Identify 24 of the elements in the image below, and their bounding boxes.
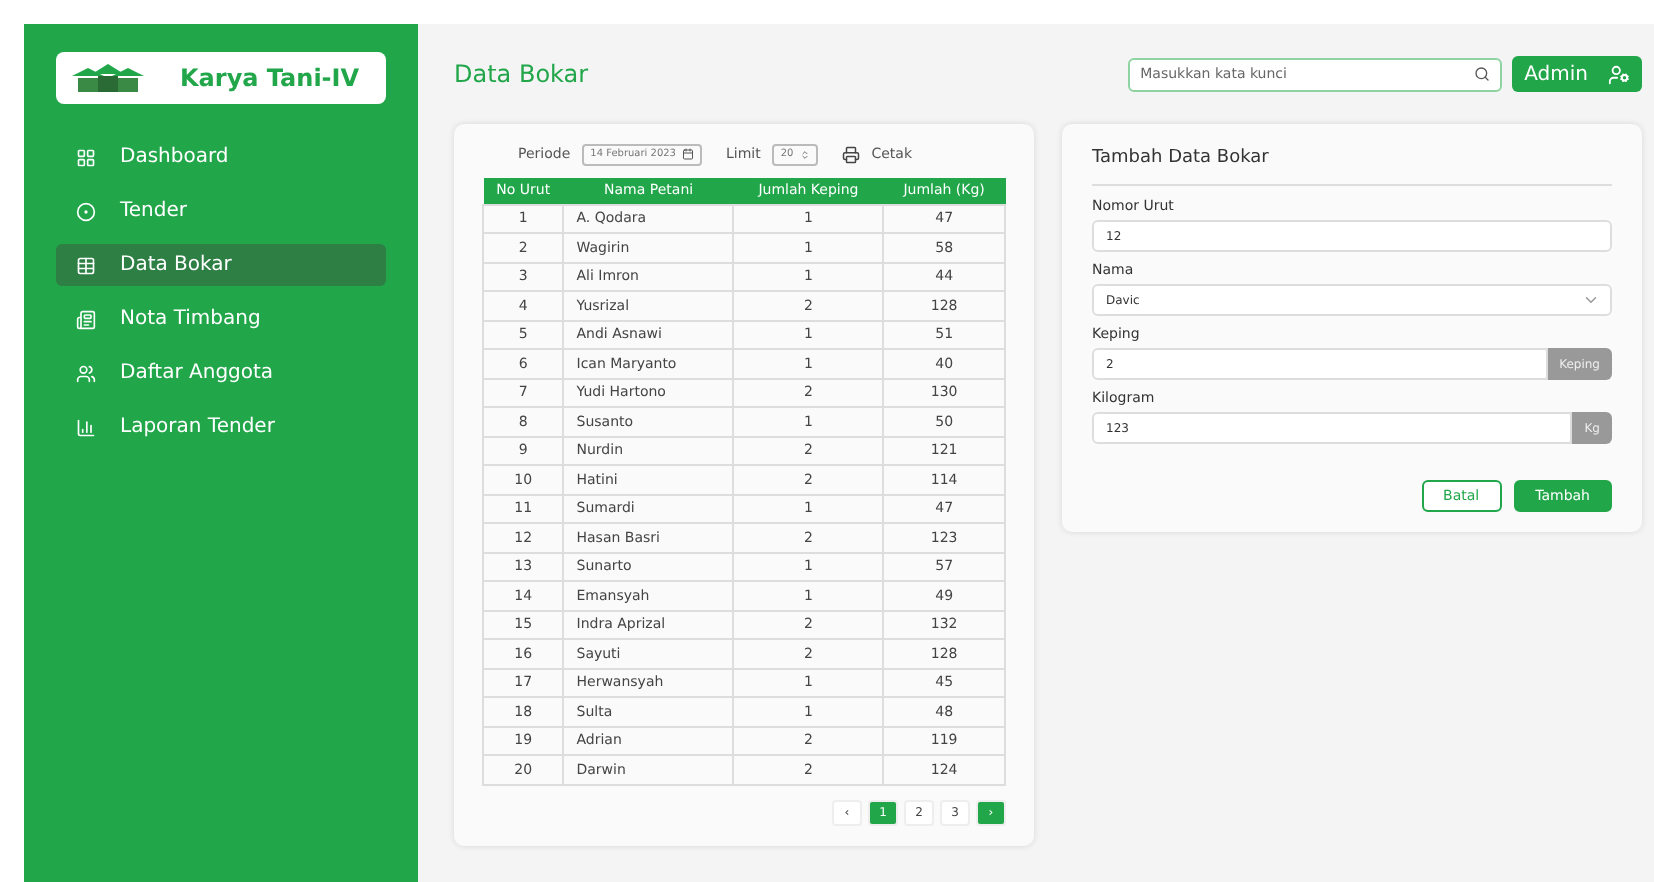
brand-card[interactable]: Karya Tani-IV — [56, 52, 386, 104]
calendar-icon — [682, 148, 694, 160]
circle-icon — [76, 201, 96, 221]
search-icon — [1474, 66, 1491, 82]
grid-icon — [76, 147, 96, 167]
form-title: Tambah Data Bokar — [1092, 148, 1612, 186]
spinner-icon — [799, 149, 810, 159]
page-title: Data Bokar — [454, 60, 591, 88]
brand-name: Karya Tani-IV — [180, 64, 360, 92]
printer-icon — [841, 145, 860, 163]
users-icon — [76, 363, 96, 383]
farmers-logo-icon — [72, 64, 144, 92]
sidebar-item[interactable]: Dashboard — [56, 136, 386, 178]
admin-button[interactable]: Admin — [1512, 56, 1642, 92]
table-icon — [76, 255, 96, 275]
sidebar-item[interactable]: Tender — [56, 190, 386, 232]
newspaper-icon — [76, 309, 96, 329]
sidebar-item[interactable]: Laporan Tender — [56, 406, 386, 448]
chevron-down-icon — [1582, 291, 1600, 309]
sidebar-item[interactable]: Daftar Anggota — [56, 352, 386, 394]
chart-icon — [76, 417, 96, 437]
sidebar-item[interactable]: Data Bokar — [56, 244, 386, 286]
user-settings-icon — [1608, 63, 1630, 85]
sidebar-item[interactable]: Nota Timbang — [56, 298, 386, 340]
